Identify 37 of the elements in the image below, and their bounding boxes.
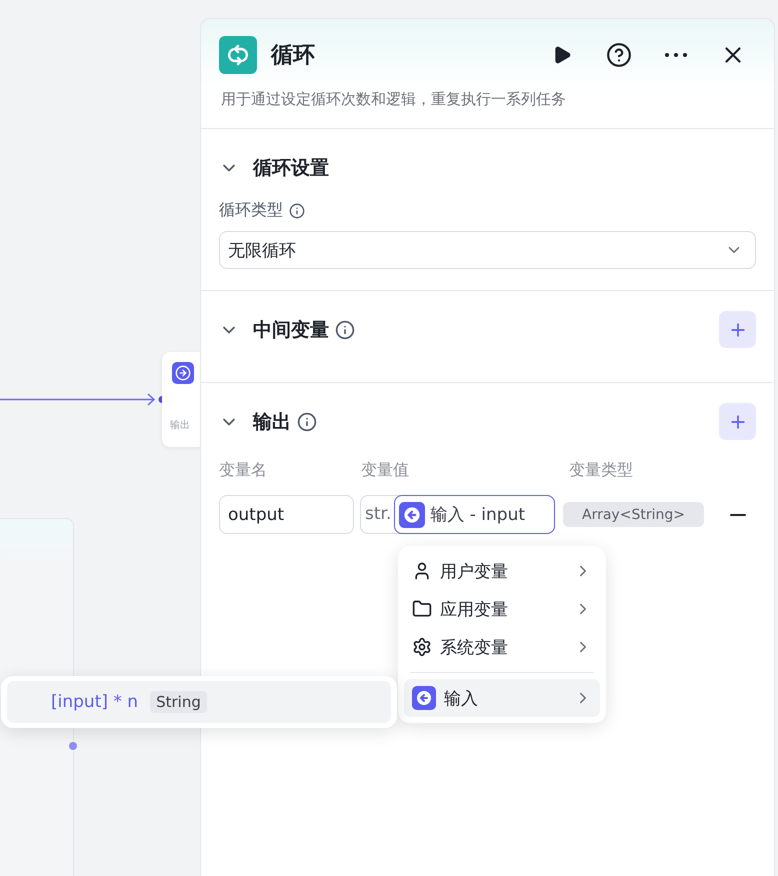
more-icon bbox=[665, 53, 687, 57]
field-label: 循环类型 bbox=[219, 200, 283, 221]
port-dot[interactable] bbox=[69, 742, 77, 750]
node-text: 输出 bbox=[170, 418, 191, 432]
menu-item[interactable]: 应用变量 bbox=[404, 590, 600, 628]
help-icon bbox=[606, 42, 632, 68]
add-button[interactable] bbox=[719, 403, 756, 440]
section-title: 循环设置 bbox=[253, 156, 329, 180]
folder-icon bbox=[412, 599, 432, 619]
menu-item[interactable]: 用户变量 bbox=[404, 552, 600, 590]
settings-icon bbox=[412, 637, 432, 657]
menu-item[interactable]: 系统变量 bbox=[404, 628, 600, 666]
section-title: 输出 bbox=[253, 410, 291, 434]
info-icon bbox=[289, 202, 305, 218]
column-header: 变量名 bbox=[219, 460, 268, 481]
help-button[interactable] bbox=[604, 40, 634, 70]
submenu-item[interactable]: [input] * n String bbox=[7, 681, 391, 723]
type-tag: String bbox=[150, 691, 207, 713]
node-icon bbox=[172, 362, 194, 384]
input-icon bbox=[399, 502, 426, 528]
loop-type-select[interactable]: 无限循环 bbox=[219, 231, 756, 269]
variable-name-field[interactable]: output bbox=[219, 495, 354, 534]
input-icon bbox=[412, 686, 436, 710]
column-header: 变量类型 bbox=[569, 460, 634, 481]
minus-icon bbox=[730, 514, 746, 516]
variable-reference-text: 输入 - input bbox=[430, 504, 526, 526]
panel-description: 用于通过设定循环次数和逻辑，重复执行一系列任务 bbox=[221, 90, 567, 109]
column-header: 变量值 bbox=[361, 460, 410, 481]
variable-reference[interactable]: 输入 - input bbox=[394, 495, 555, 534]
type-tag: Array<String> bbox=[563, 502, 704, 527]
variable-label: [input] * n bbox=[51, 692, 138, 712]
menu-item[interactable]: 输入 bbox=[404, 679, 600, 717]
add-button[interactable] bbox=[719, 311, 756, 348]
loop-icon bbox=[219, 36, 257, 74]
variable-value-field[interactable]: str. 输入 - input bbox=[360, 495, 555, 534]
section-title: 中间变量 bbox=[253, 318, 329, 342]
panel-title: 循环 bbox=[271, 42, 316, 70]
